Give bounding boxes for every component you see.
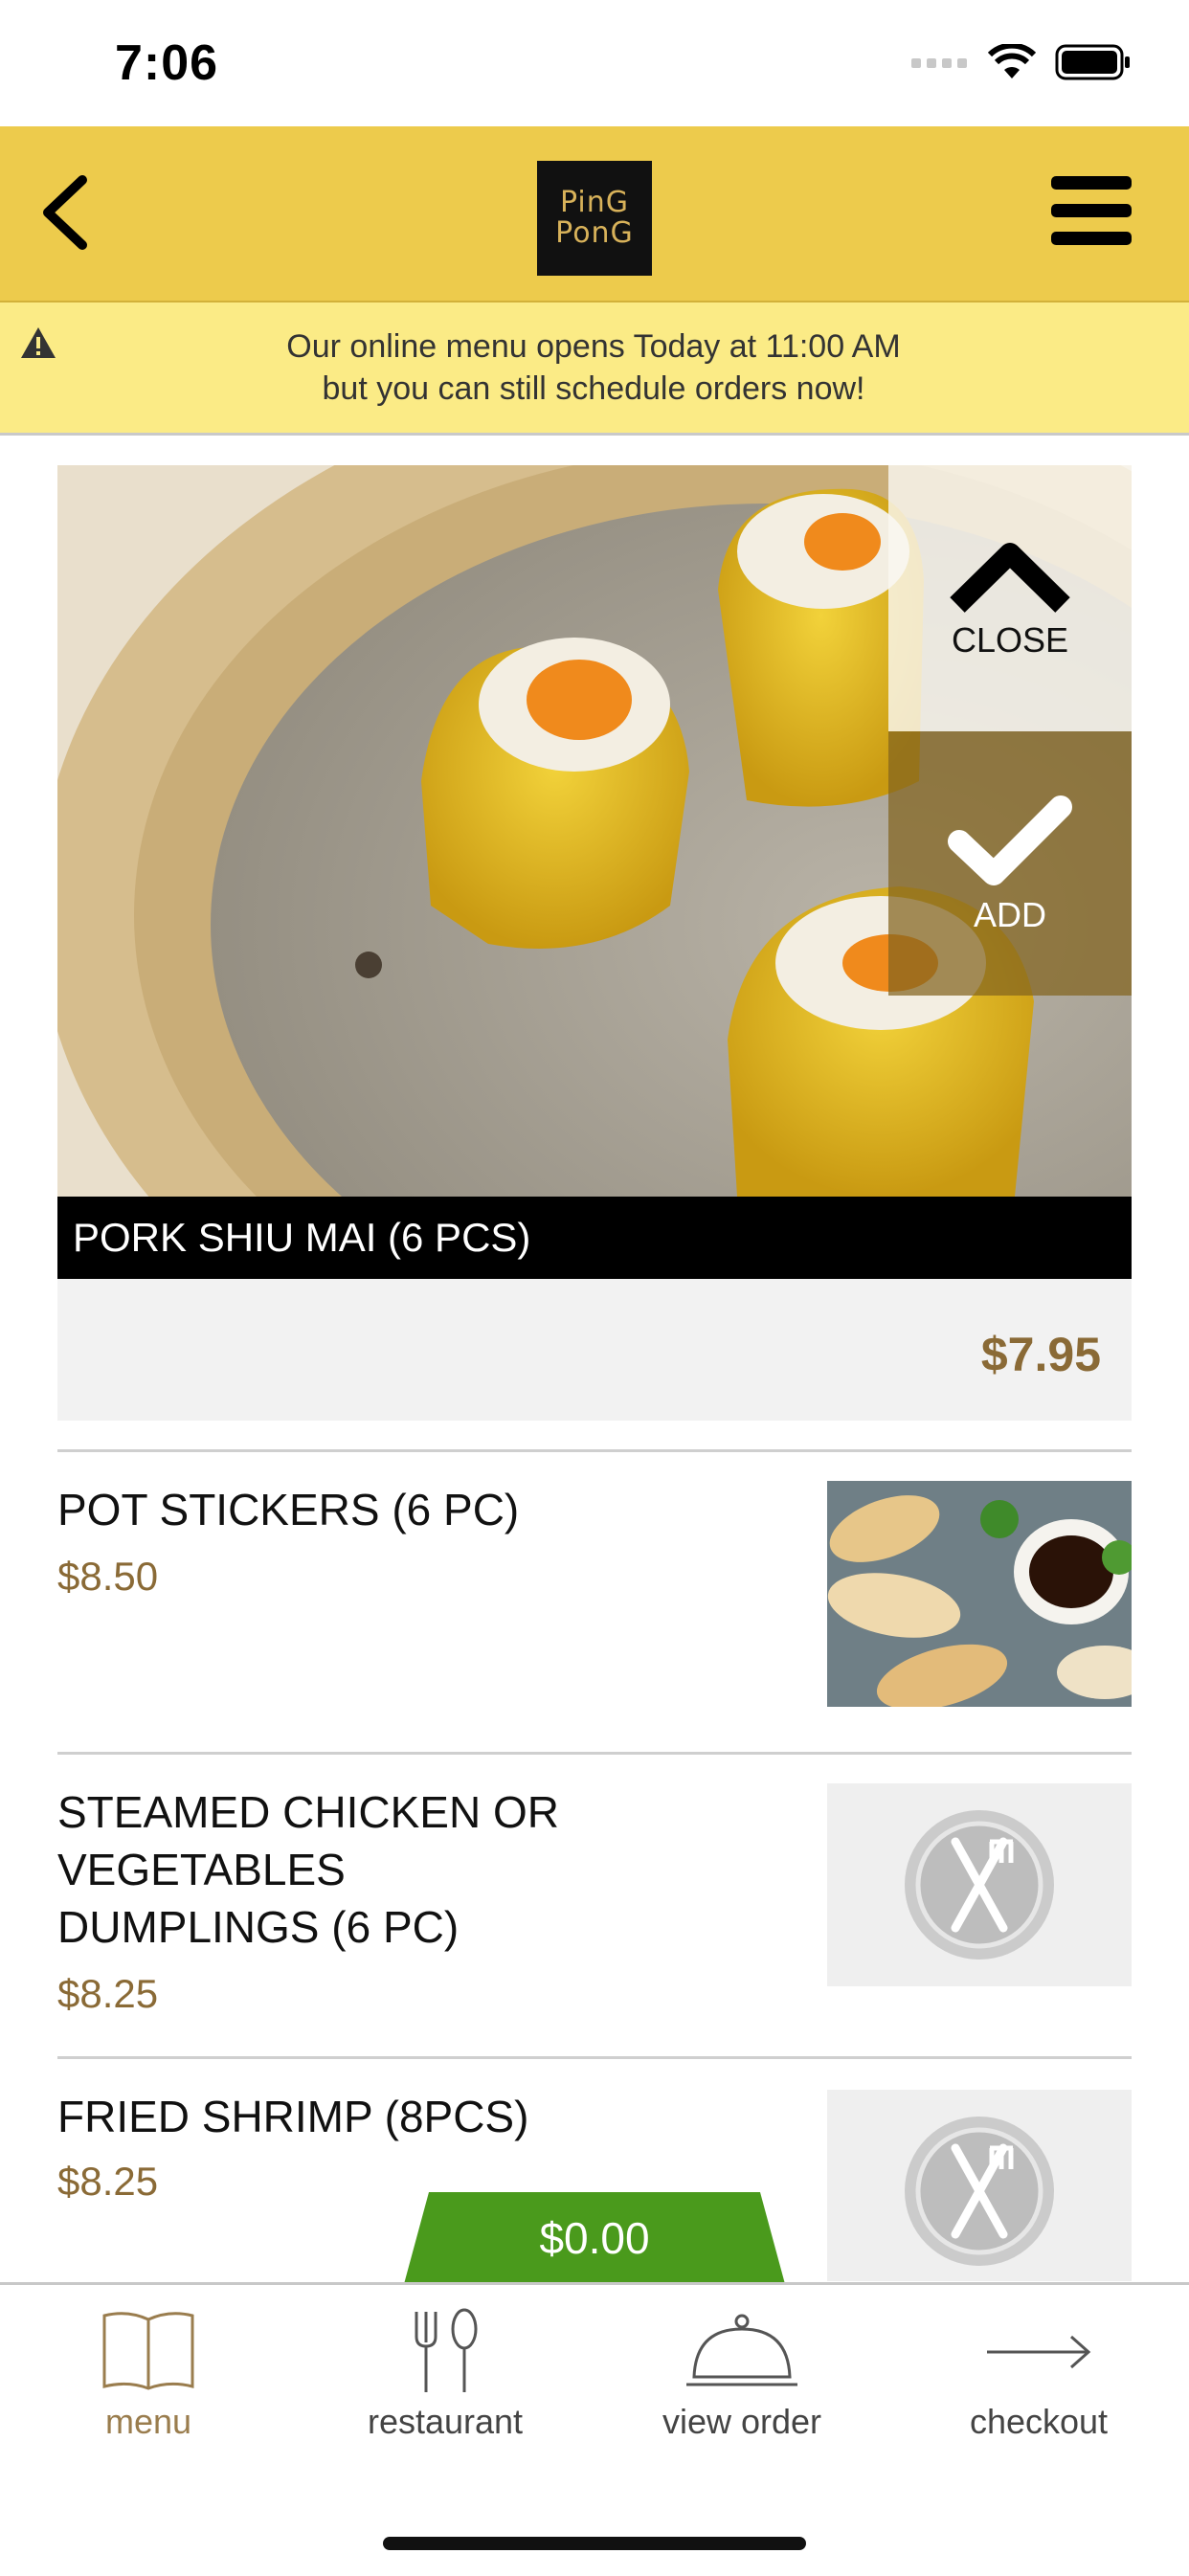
- utensils-placeholder-icon: [905, 1810, 1054, 1960]
- close-item-button[interactable]: CLOSE: [888, 465, 1132, 731]
- utensils-placeholder-icon: [905, 2117, 1054, 2266]
- warning-icon: [21, 327, 56, 358]
- status-bar: 7:06: [0, 0, 1189, 126]
- logo-text-top: PinG: [559, 186, 630, 219]
- hamburger-menu-button[interactable]: [1051, 176, 1132, 245]
- tab-label: menu: [104, 2402, 192, 2441]
- pot-stickers-photo: [827, 1481, 1132, 1707]
- featured-item-price: $7.95: [980, 1328, 1101, 1381]
- chevron-up-icon: [950, 543, 1070, 613]
- restaurant-logo: PinG PonG: [537, 161, 652, 276]
- item-name: STEAMED CHICKEN OR VEGETABLES DUMPLINGS …: [57, 1787, 559, 1952]
- tab-checkout[interactable]: checkout: [890, 2308, 1187, 2442]
- hamburger-icon: [1051, 176, 1132, 245]
- add-label: ADD: [973, 895, 1046, 934]
- add-item-button[interactable]: ADD: [888, 731, 1132, 996]
- tab-label: view order: [662, 2402, 822, 2441]
- status-time: 7:06: [115, 35, 219, 91]
- banner-line-1: Our online menu opens Today at 11:00 AM: [286, 328, 901, 365]
- cart-total-button[interactable]: $0.00: [404, 2192, 785, 2284]
- tab-label: restaurant: [367, 2402, 524, 2441]
- banner-line-2: but you can still schedule orders now!: [322, 370, 865, 407]
- status-icons: [911, 44, 1132, 80]
- logo-text-bottom: PonG: [555, 216, 634, 250]
- item-price: $8.50: [57, 1554, 159, 1599]
- signal-icon: [911, 58, 967, 68]
- tab-restaurant[interactable]: restaurant: [297, 2308, 594, 2442]
- menu-closed-banner: Our online menu opens Today at 11:00 AM …: [0, 302, 1189, 436]
- tab-view-order[interactable]: view order: [594, 2308, 890, 2442]
- item-thumbnail: [827, 2090, 1132, 2281]
- header-bar: PinG PonG: [0, 126, 1189, 302]
- bottom-tab-bar: menu restaurant view order checkout: [0, 2282, 1189, 2576]
- checkmark-icon: [948, 795, 1072, 885]
- item-thumbnail: [827, 1783, 1132, 1986]
- close-label: CLOSE: [951, 620, 1069, 660]
- home-indicator[interactable]: [383, 2537, 806, 2550]
- wifi-icon: [988, 44, 1036, 78]
- featured-price-bar: $7.95: [57, 1279, 1132, 1421]
- item-name: POT STICKERS (6 PC): [57, 1485, 520, 1534]
- banner-message: Our online menu opens Today at 11:00 AM …: [96, 325, 1091, 410]
- cloche-icon: [686, 2314, 797, 2386]
- tab-label: checkout: [969, 2402, 1109, 2441]
- item-thumbnail: [827, 1481, 1132, 1707]
- chevron-left-icon: [43, 175, 87, 250]
- menu-item[interactable]: STEAMED CHICKEN OR VEGETABLES DUMPLINGS …: [0, 1755, 1189, 2056]
- battery-icon: [1055, 44, 1130, 80]
- item-name: FRIED SHRIMP (8PCS): [57, 2092, 529, 2141]
- item-price: $8.25: [57, 2159, 159, 2204]
- tab-menu[interactable]: menu: [0, 2308, 297, 2442]
- back-button[interactable]: [34, 168, 111, 257]
- item-price: $8.25: [57, 1971, 159, 2016]
- fork-spoon-icon: [415, 2308, 478, 2392]
- arrow-right-icon: [987, 2335, 1091, 2369]
- book-icon: [102, 2312, 194, 2390]
- featured-item-title: PORK SHIU MAI (6 PCS): [57, 1197, 1132, 1279]
- menu-item[interactable]: POT STICKERS (6 PC) $8.50: [0, 1452, 1189, 1752]
